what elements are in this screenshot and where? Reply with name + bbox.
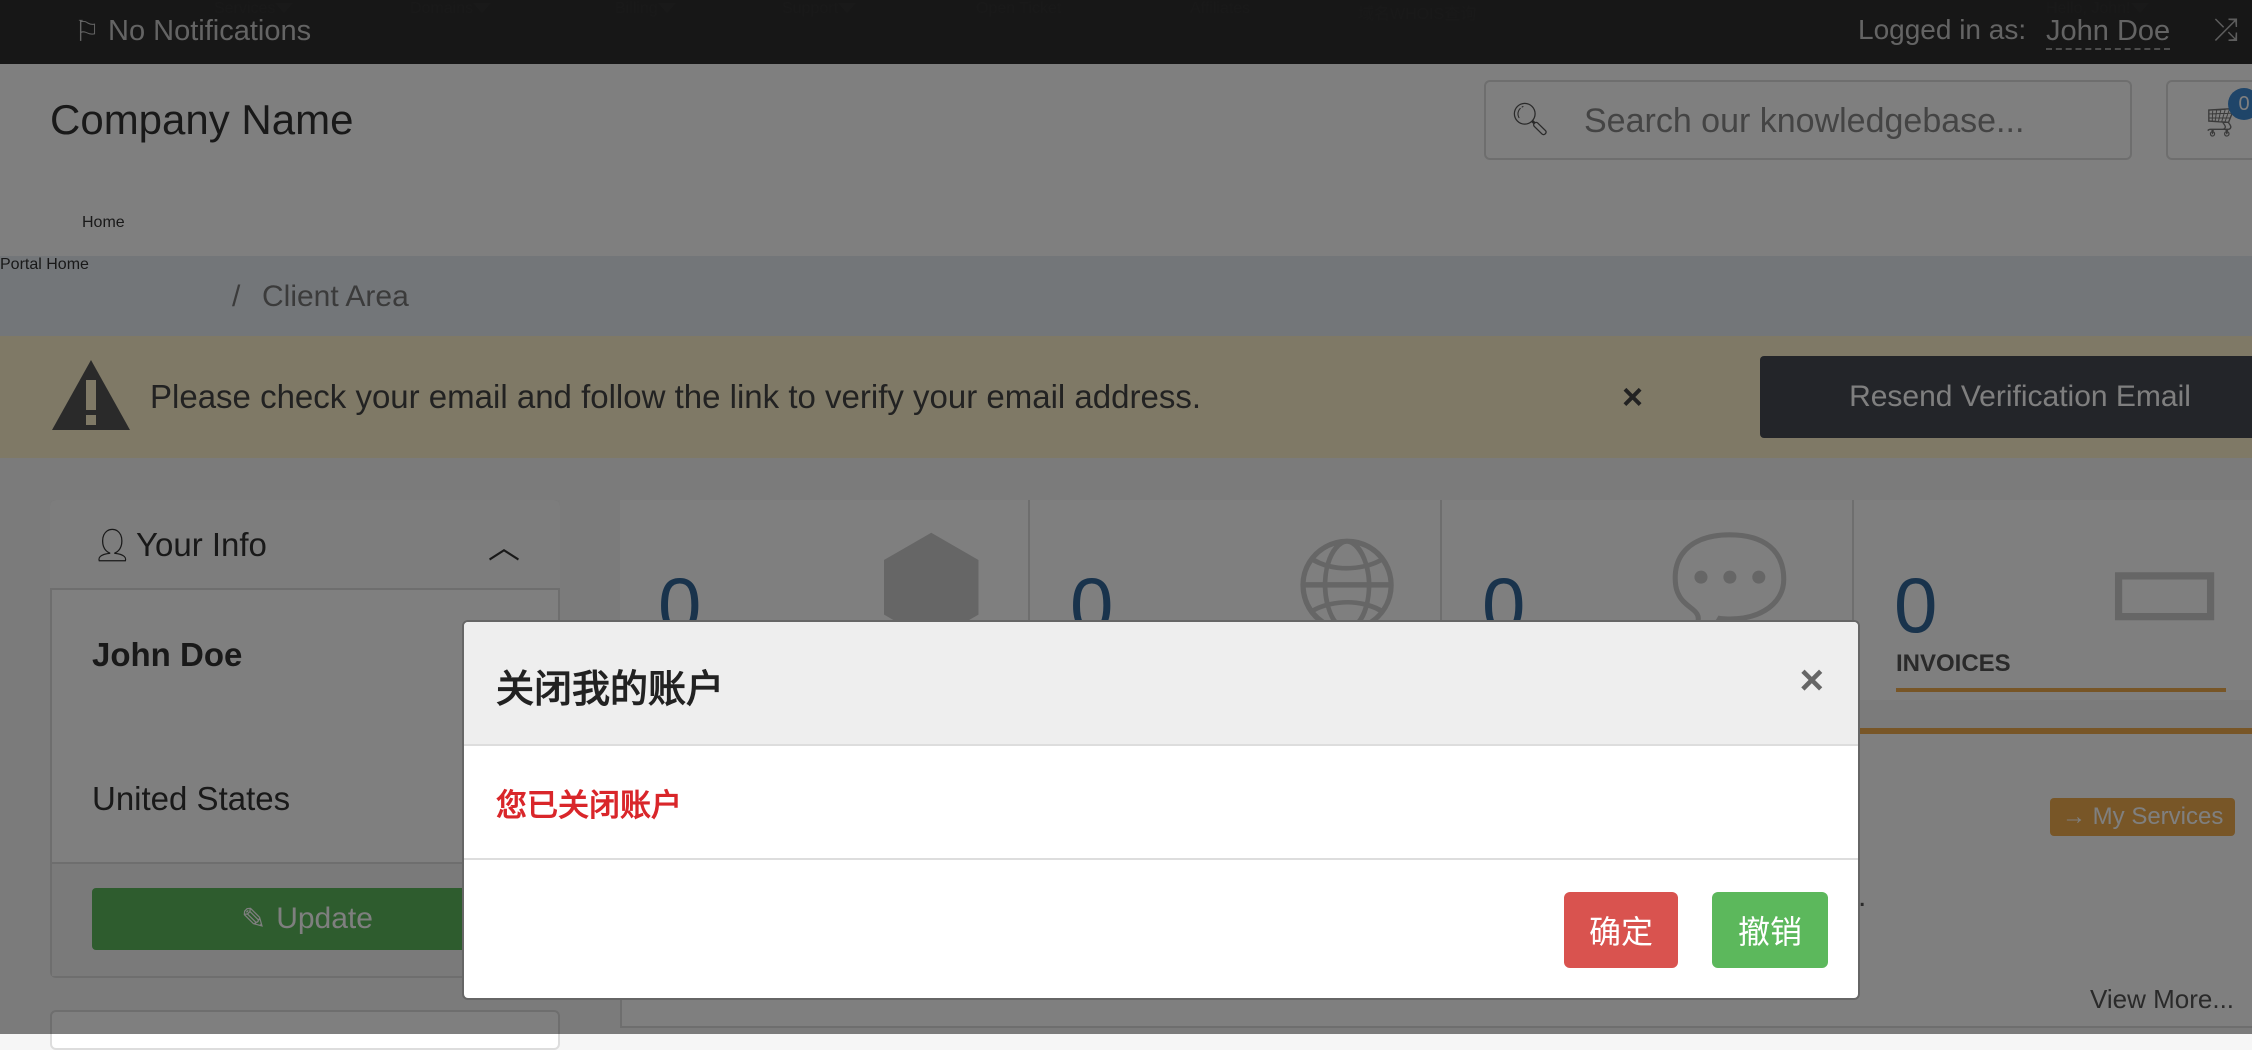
modal-header: 关闭我的账户 × [464,622,1858,746]
modal-title: 关闭我的账户 [496,669,725,711]
confirm-button[interactable]: 确定 [1564,892,1678,968]
modal-message: 您已关闭账户 [496,788,682,823]
close-icon[interactable]: × [1799,656,1824,704]
modal-body: 您已关闭账户 [464,746,1858,860]
cancel-button[interactable]: 撤销 [1712,892,1828,968]
close-account-modal: 关闭我的账户 × 您已关闭账户 确定 撤销 [462,620,1860,1000]
